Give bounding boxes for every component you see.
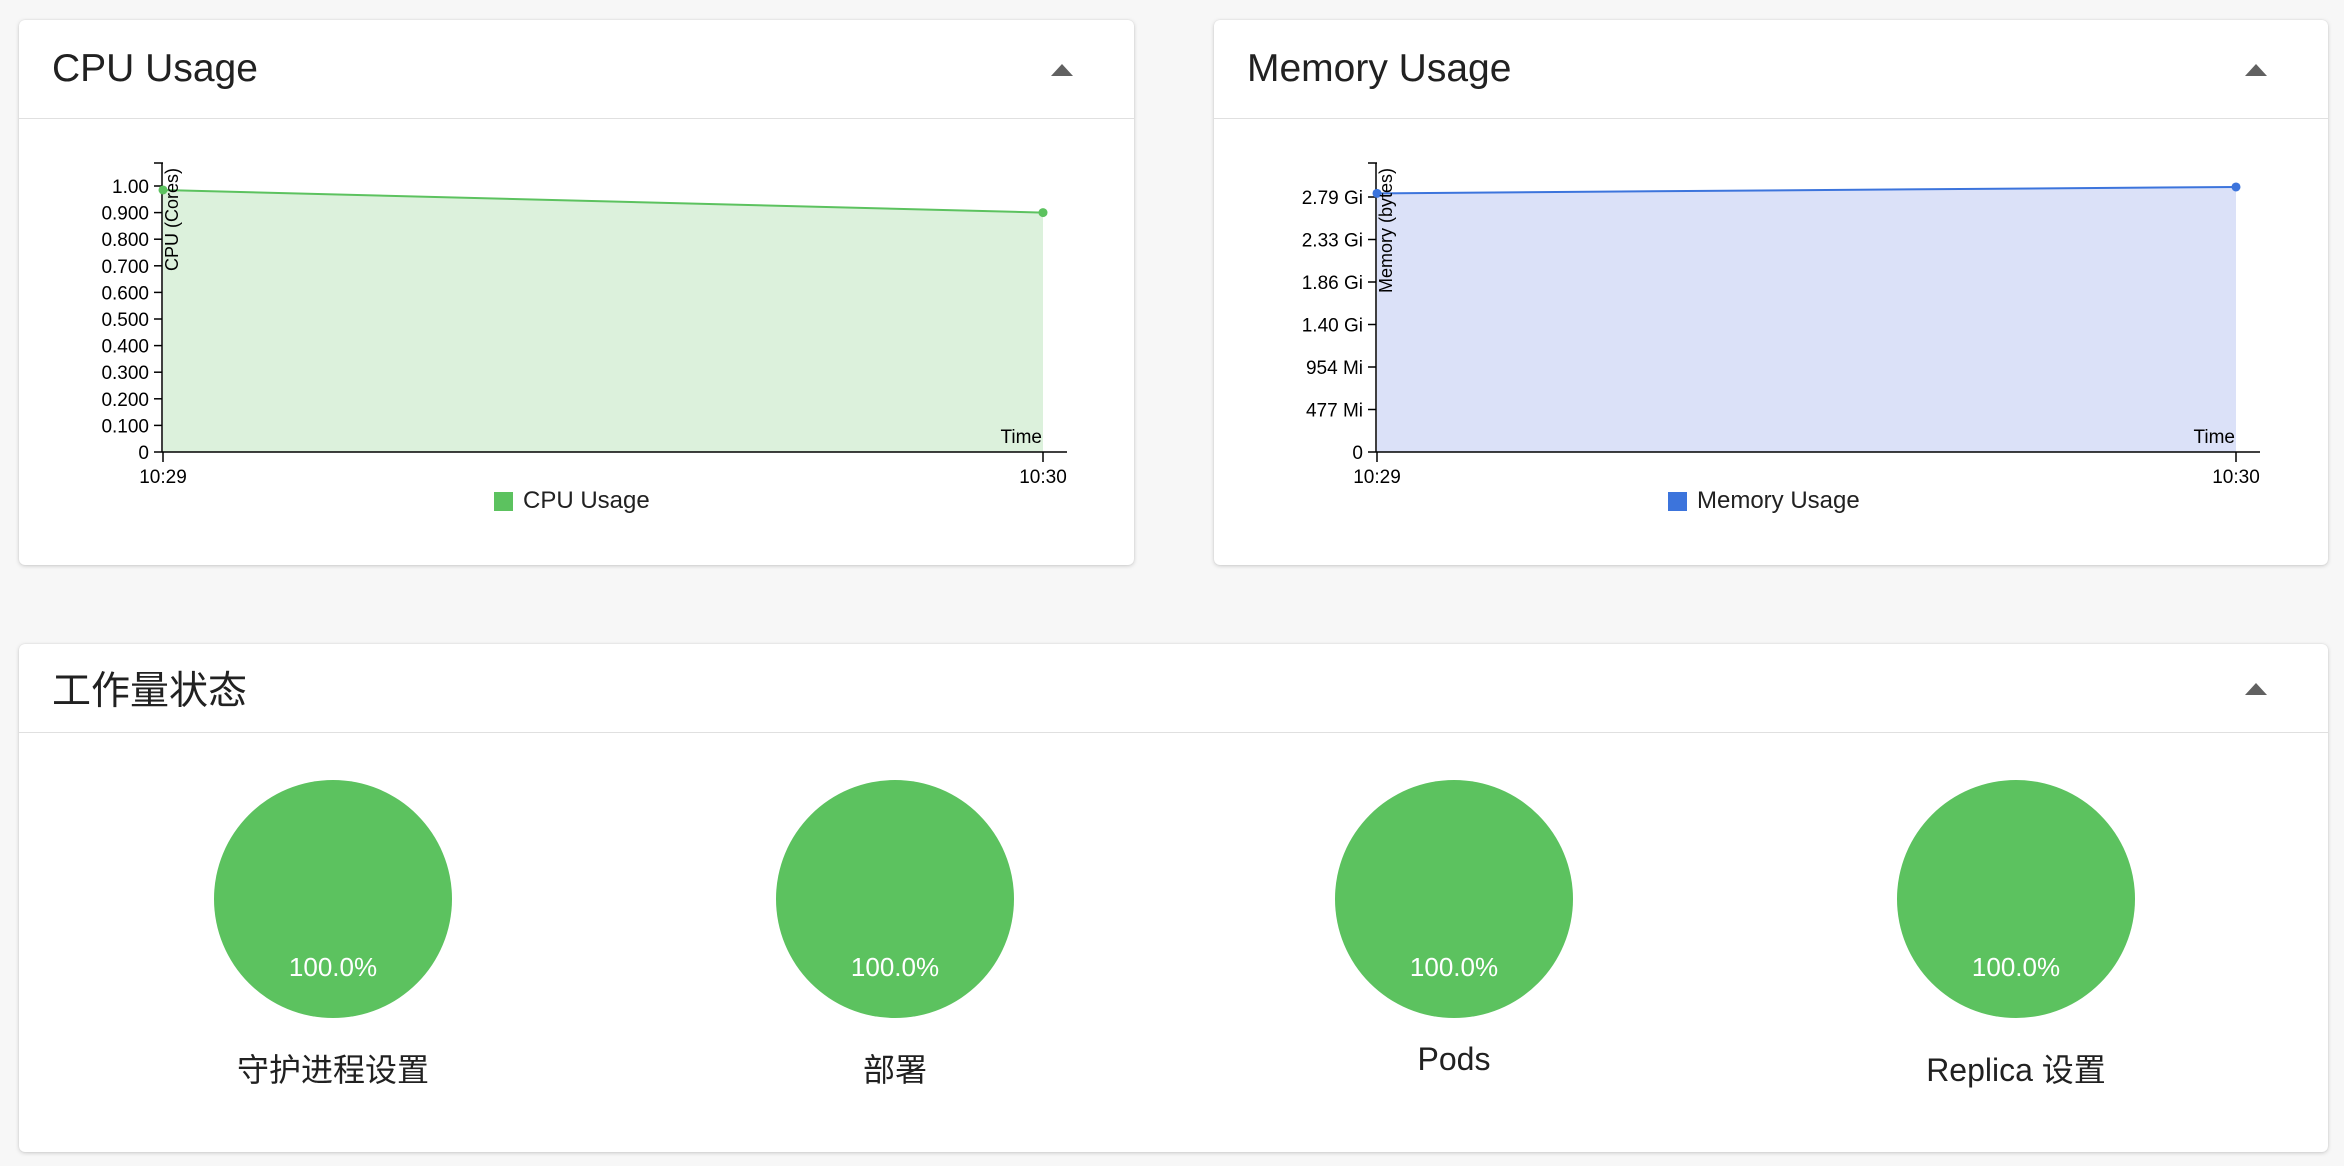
cpu-y-tick-label: 0.200 xyxy=(101,390,149,411)
deployments-pie-value: 100.0% xyxy=(851,952,939,982)
cpu-area xyxy=(163,189,1043,452)
cpu-x-tick-label: 10:29 xyxy=(139,467,187,488)
memory-legend-label: Memory Usage xyxy=(1697,487,1860,514)
memory-area xyxy=(1377,186,2236,452)
memory-legend: Memory Usage xyxy=(1668,487,1860,515)
deployments-label[interactable]: 部署 xyxy=(863,1045,927,1091)
memory-y-tick-label: 2.33 Gi xyxy=(1302,231,1363,252)
memory-x-tick-label: 10:29 xyxy=(1353,467,1401,488)
cpu-y-tick-label: 0.900 xyxy=(101,204,149,225)
cpu-y-tick-label: 0.400 xyxy=(101,337,149,358)
cpu-y-tick-label: 0.600 xyxy=(101,283,149,304)
cpu-y-axis-label: CPU (Cores) xyxy=(162,168,182,271)
cpu-y-tick-label: 0.500 xyxy=(101,310,149,331)
daemonsets-label[interactable]: 守护进程设置 xyxy=(237,1045,429,1091)
workload-item-replicasets: 100.0% Replica 设置 xyxy=(1896,779,2136,1091)
daemonsets-pie: 100.0% xyxy=(214,780,452,1018)
cpu-data-point xyxy=(1038,208,1048,218)
memory-usage-card: Memory Usage 0 477 Mi 954 Mi 1.40 Gi 1.86 Gi… xyxy=(1214,20,2328,565)
memory-data-point xyxy=(2231,182,2241,192)
cpu-legend-label: CPU Usage xyxy=(523,487,650,514)
cpu-usage-card: CPU Usage 0 0.100 0.200 0.300 0.400 0.500 0.60… xyxy=(19,20,1134,565)
caret-up-icon xyxy=(1051,64,1073,76)
replicasets-pie-slice xyxy=(1897,780,2135,1018)
cpu-x-tick-label: 10:30 xyxy=(1019,467,1067,488)
deployments-pie: 100.0% xyxy=(776,780,1014,1018)
memory-card-title: Memory Usage xyxy=(1247,47,1512,90)
daemonsets-pie-slice xyxy=(214,780,452,1018)
memory-y-tick-label: 1.86 Gi xyxy=(1302,273,1363,294)
replicasets-pie: 100.0% xyxy=(1897,780,2135,1018)
cpu-card-header: CPU Usage xyxy=(19,20,1134,119)
workload-item-pods: 100.0% Pods xyxy=(1334,779,1574,1078)
cpu-y-tick-label: 0.800 xyxy=(101,230,149,251)
memory-y-tick-label: 2.79 Gi xyxy=(1302,188,1363,209)
deployments-pie-slice xyxy=(776,780,1014,1018)
pods-pie-slice xyxy=(1335,780,1573,1018)
cpu-x-axis-label: Time xyxy=(1000,427,1042,448)
cpu-y-tick-label: 0.300 xyxy=(101,363,149,384)
memory-collapse-button[interactable] xyxy=(2211,24,2301,114)
memory-x-axis-label: Time xyxy=(2193,427,2235,448)
memory-y-axis-label: Memory (bytes) xyxy=(1376,168,1396,293)
workload-item-deployments: 100.0% 部署 xyxy=(775,779,1015,1091)
caret-up-icon xyxy=(2245,64,2267,76)
cpu-collapse-button[interactable] xyxy=(1017,24,1107,114)
cpu-y-tick-label: 0 xyxy=(138,443,149,464)
workload-card-header: 工作量状态 xyxy=(19,644,2328,733)
pods-label[interactable]: Pods xyxy=(1418,1041,1491,1078)
cpu-card-title: CPU Usage xyxy=(52,47,258,90)
replicasets-label[interactable]: Replica 设置 xyxy=(1926,1045,2106,1091)
cpu-y-tick-label: 0.700 xyxy=(101,257,149,278)
cpu-y-tick-label: 1.00 xyxy=(112,177,149,198)
memory-y-tick-label: 477 Mi xyxy=(1306,401,1363,422)
daemonsets-pie-value: 100.0% xyxy=(289,952,377,982)
pods-pie-value: 100.0% xyxy=(1410,952,1498,982)
memory-y-tick-label: 0 xyxy=(1352,443,1363,464)
cpu-legend: CPU Usage xyxy=(494,487,650,515)
caret-up-icon xyxy=(2245,683,2267,695)
workload-item-daemonsets: 100.0% 守护进程设置 xyxy=(213,779,453,1091)
memory-legend-swatch xyxy=(1668,491,1687,511)
workload-collapse-button[interactable] xyxy=(2211,644,2301,733)
memory-y-tick-label: 1.40 Gi xyxy=(1302,316,1363,337)
memory-y-tick-label: 954 Mi xyxy=(1306,358,1363,379)
cpu-legend-swatch xyxy=(494,491,513,511)
memory-x-tick-label: 10:30 xyxy=(2212,467,2260,488)
cpu-y-tick-label: 0.100 xyxy=(101,416,149,437)
workload-card-title: 工作量状态 xyxy=(52,670,248,713)
memory-card-header: Memory Usage xyxy=(1214,20,2328,119)
replicasets-pie-value: 100.0% xyxy=(1972,952,2060,982)
pods-pie: 100.0% xyxy=(1335,780,1573,1018)
